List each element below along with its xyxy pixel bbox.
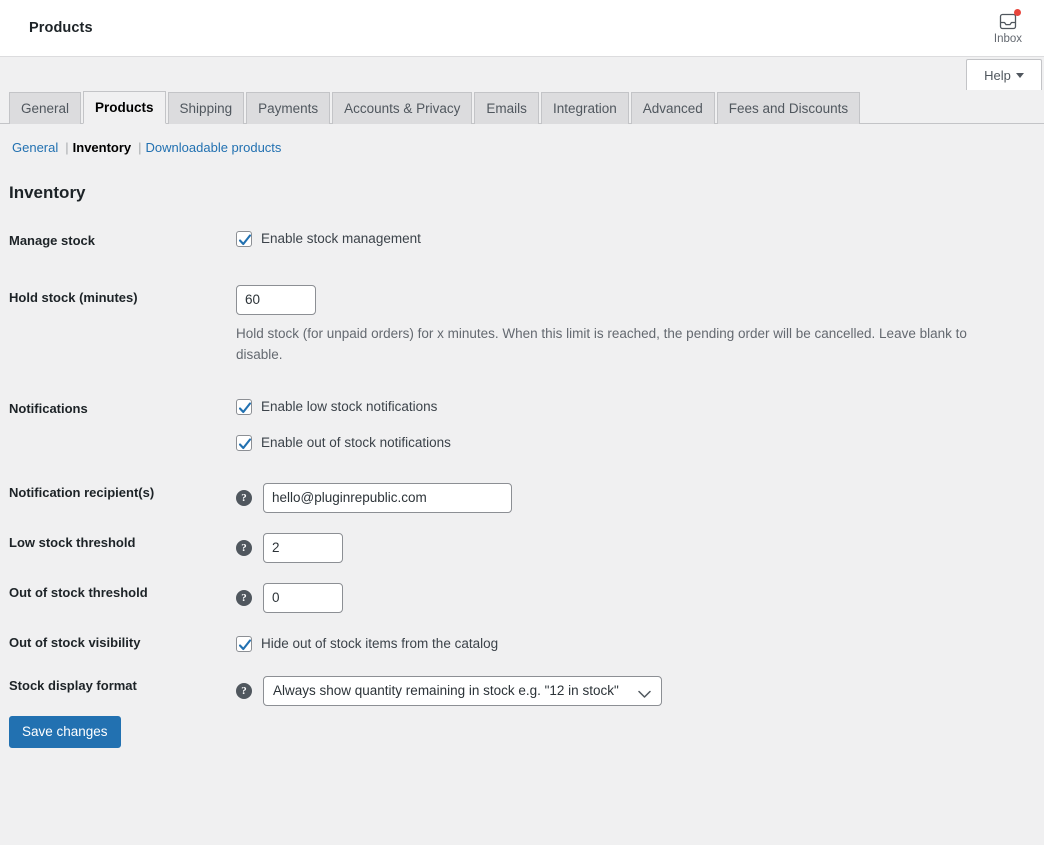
- stock-display-format-select[interactable]: Always show quantity remaining in stock …: [263, 675, 662, 706]
- checkbox-hide-out-of-stock-items[interactable]: [236, 635, 252, 652]
- checkmark-icon: [238, 234, 252, 246]
- label-notification-recipients: Notification recipient(s): [9, 484, 155, 500]
- row-out-of-stock-threshold: Out of stock threshold ?: [0, 569, 1044, 619]
- label-hide-out-of-stock-items: Hide out of stock items from the catalog: [261, 635, 499, 651]
- field-enable-stock-management[interactable]: Enable stock management: [236, 228, 1034, 250]
- tab-shipping[interactable]: Shipping: [167, 92, 245, 124]
- tab-integration[interactable]: Integration: [540, 92, 629, 124]
- subnav-link-downloadable-products[interactable]: Downloadable products: [146, 140, 282, 155]
- tab-advanced[interactable]: Advanced: [630, 92, 715, 124]
- hold-stock-input[interactable]: [236, 284, 316, 315]
- settings-tabs: General Products Shipping Payments Accou…: [0, 90, 1044, 124]
- tab-accounts-privacy[interactable]: Accounts & Privacy: [332, 92, 473, 124]
- row-manage-stock: Manage stock Enable stock management: [0, 213, 1044, 270]
- field-hide-out-of-stock-items[interactable]: Hide out of stock items from the catalog: [236, 633, 1034, 655]
- tab-products[interactable]: Products: [83, 91, 166, 124]
- page-title: Products: [29, 20, 93, 36]
- checkbox-enable-low-stock-notifications[interactable]: [236, 398, 252, 415]
- checkbox-enable-out-of-stock-notifications[interactable]: [236, 434, 252, 451]
- section-title: Inventory: [9, 183, 86, 202]
- low-stock-threshold-input[interactable]: [263, 532, 343, 563]
- help-label: Help: [984, 67, 1011, 83]
- label-enable-low-stock-notifications: Enable low stock notifications: [261, 398, 438, 414]
- row-notification-recipients: Notification recipient(s) ?: [0, 469, 1044, 519]
- notification-recipients-input[interactable]: [263, 482, 512, 513]
- inbox-button[interactable]: Inbox: [980, 0, 1036, 57]
- label-out-of-stock-threshold: Out of stock threshold: [9, 584, 148, 600]
- question-mark-icon-notification-recipients[interactable]: ?: [236, 489, 252, 506]
- checkbox-enable-stock-management[interactable]: [236, 231, 252, 247]
- checkmark-icon: [238, 402, 252, 413]
- subnav-link-inventory[interactable]: Inventory: [73, 140, 132, 155]
- submit-area: Save changes: [0, 712, 1044, 748]
- row-low-stock-threshold: Low stock threshold ?: [0, 519, 1044, 569]
- inbox-label: Inbox: [993, 32, 1023, 45]
- subnav-link-general[interactable]: General: [12, 140, 58, 155]
- row-notifications: Notifications Enable low stock notificat…: [0, 381, 1044, 469]
- out-of-stock-threshold-input[interactable]: [263, 582, 343, 613]
- help-row: Help: [0, 57, 1044, 90]
- subnav-item-inventory: Inventory: [73, 135, 132, 161]
- tab-payments[interactable]: Payments: [246, 92, 331, 124]
- label-enable-out-of-stock-notifications: Enable out of stock notifications: [261, 434, 451, 450]
- field-enable-out-of-stock-notifications[interactable]: Enable out of stock notifications: [236, 432, 1034, 454]
- label-enable-stock-management: Enable stock management: [261, 231, 421, 247]
- label-stock-display-format: Stock display format: [9, 677, 137, 693]
- hold-stock-description: Hold stock (for unpaid orders) for x min…: [236, 325, 967, 362]
- inventory-settings-table: Manage stock Enable stock management Hol…: [0, 213, 1044, 712]
- label-out-of-stock-visibility: Out of stock visibility: [9, 634, 141, 650]
- label-manage-stock: Manage stock: [9, 233, 95, 248]
- subnav-separator-1: |: [65, 140, 69, 155]
- subnav-item-downloadable-products: Downloadable products: [146, 135, 282, 161]
- inbox-tray-icon: [998, 8, 1021, 31]
- question-mark-icon-low-stock-threshold[interactable]: ?: [236, 539, 252, 556]
- notification-dot: [1014, 8, 1021, 16]
- save-changes-button[interactable]: Save changes: [9, 715, 121, 748]
- question-mark-icon-stock-display-format[interactable]: ?: [236, 682, 252, 699]
- label-low-stock-threshold: Low stock threshold: [9, 534, 136, 550]
- checkmark-icon: [238, 438, 252, 449]
- tab-general[interactable]: General: [9, 92, 82, 124]
- label-notifications: Notifications: [9, 400, 88, 416]
- label-hold-stock: Hold stock (minutes): [9, 289, 138, 305]
- subnav: General | Inventory | Downloadable produ…: [0, 124, 1044, 161]
- checkmark-icon: [238, 639, 252, 650]
- app-header: Products Inbox: [0, 0, 1044, 57]
- tab-fees-and-discounts[interactable]: Fees and Discounts: [716, 92, 861, 124]
- subnav-separator-2: |: [138, 140, 142, 155]
- row-stock-display-format: Stock display format ? Always show quant…: [0, 662, 1044, 712]
- row-out-of-stock-visibility: Out of stock visibility Hide out of stoc…: [0, 619, 1044, 662]
- row-hold-stock: Hold stock (minutes) Hold stock (for unp…: [0, 270, 1044, 381]
- help-button[interactable]: Help: [966, 59, 1042, 90]
- field-enable-low-stock-notifications[interactable]: Enable low stock notifications: [236, 396, 1034, 418]
- question-mark-icon-out-of-stock-threshold[interactable]: ?: [236, 589, 252, 606]
- caret-down-icon: [1015, 72, 1024, 78]
- tab-emails[interactable]: Emails: [474, 92, 539, 124]
- subnav-item-general: General: [12, 135, 58, 161]
- header-actions: Inbox: [980, 0, 1036, 57]
